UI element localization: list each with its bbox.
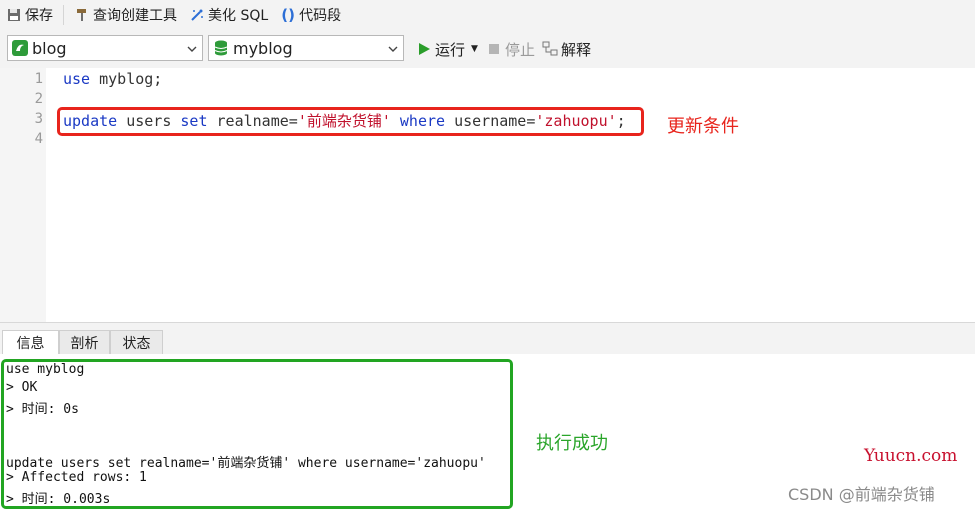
- update-condition-annotation: 更新条件: [667, 116, 739, 137]
- chevron-down-icon: [387, 41, 399, 59]
- play-icon: [416, 41, 432, 57]
- stop-icon: [486, 41, 502, 57]
- query-builder-label: 查询创建工具: [93, 8, 177, 24]
- tab-status[interactable]: 状态: [110, 330, 163, 355]
- beautify-sql-button[interactable]: 美化 SQL: [183, 0, 274, 30]
- database-select-value: myblog: [233, 38, 293, 58]
- connection-select-value: blog: [32, 38, 67, 58]
- explain-button[interactable]: 解释: [536, 34, 597, 64]
- query-builder-button[interactable]: 查询创建工具: [68, 0, 183, 30]
- braces-icon: (): [281, 6, 296, 24]
- line-number: 4: [34, 131, 43, 147]
- magic-wand-icon: [189, 7, 205, 23]
- database-icon: [213, 40, 229, 56]
- code-snippet-label: 代码段: [299, 8, 342, 24]
- line-number: 1: [34, 71, 43, 87]
- stop-label: 停止: [505, 40, 536, 59]
- code-line-1: use myblog;: [63, 70, 162, 88]
- line-number: 3: [34, 111, 43, 127]
- line-number: 2: [34, 91, 43, 107]
- save-button[interactable]: 保存: [0, 0, 59, 30]
- sql-keyword: use: [63, 70, 91, 88]
- run-dropdown-icon[interactable]: ▼: [471, 44, 478, 54]
- connection-icon: [12, 40, 28, 56]
- explain-label: 解释: [561, 40, 592, 59]
- beautify-sql-label: 美化 SQL: [208, 8, 269, 24]
- query-toolbar: blog myblog 运行 ▼ 停止 解释: [0, 30, 975, 68]
- tab-info[interactable]: 信息: [2, 330, 59, 355]
- success-annotation: 执行成功: [536, 433, 608, 454]
- explain-icon: [542, 41, 558, 57]
- result-tabs: 信息 剖析 状态: [0, 322, 975, 355]
- save-label: 保存: [25, 8, 53, 24]
- site-watermark: Yuucn.com: [864, 446, 958, 466]
- connection-select[interactable]: blog: [7, 35, 203, 61]
- output-success-highlight: [1, 359, 513, 509]
- database-select[interactable]: myblog: [208, 35, 404, 61]
- run-button[interactable]: 运行 ▼: [410, 34, 484, 64]
- line-number-gutter: 1 2 3 4: [0, 68, 46, 322]
- stop-button[interactable]: 停止: [480, 34, 541, 64]
- toolbar-divider: [63, 5, 64, 25]
- save-icon: [6, 7, 22, 23]
- hammer-icon: [74, 7, 90, 23]
- chevron-down-icon: [186, 41, 198, 59]
- main-toolbar: 保存 查询创建工具 美化 SQL () 代码段: [0, 0, 975, 30]
- code-snippet-button[interactable]: () 代码段: [274, 0, 347, 30]
- csdn-watermark: CSDN @前端杂货铺: [788, 485, 935, 504]
- sql-text: myblog;: [90, 70, 163, 88]
- tab-profile[interactable]: 剖析: [59, 330, 110, 355]
- run-label: 运行: [435, 40, 466, 59]
- update-statement-highlight: [57, 107, 644, 136]
